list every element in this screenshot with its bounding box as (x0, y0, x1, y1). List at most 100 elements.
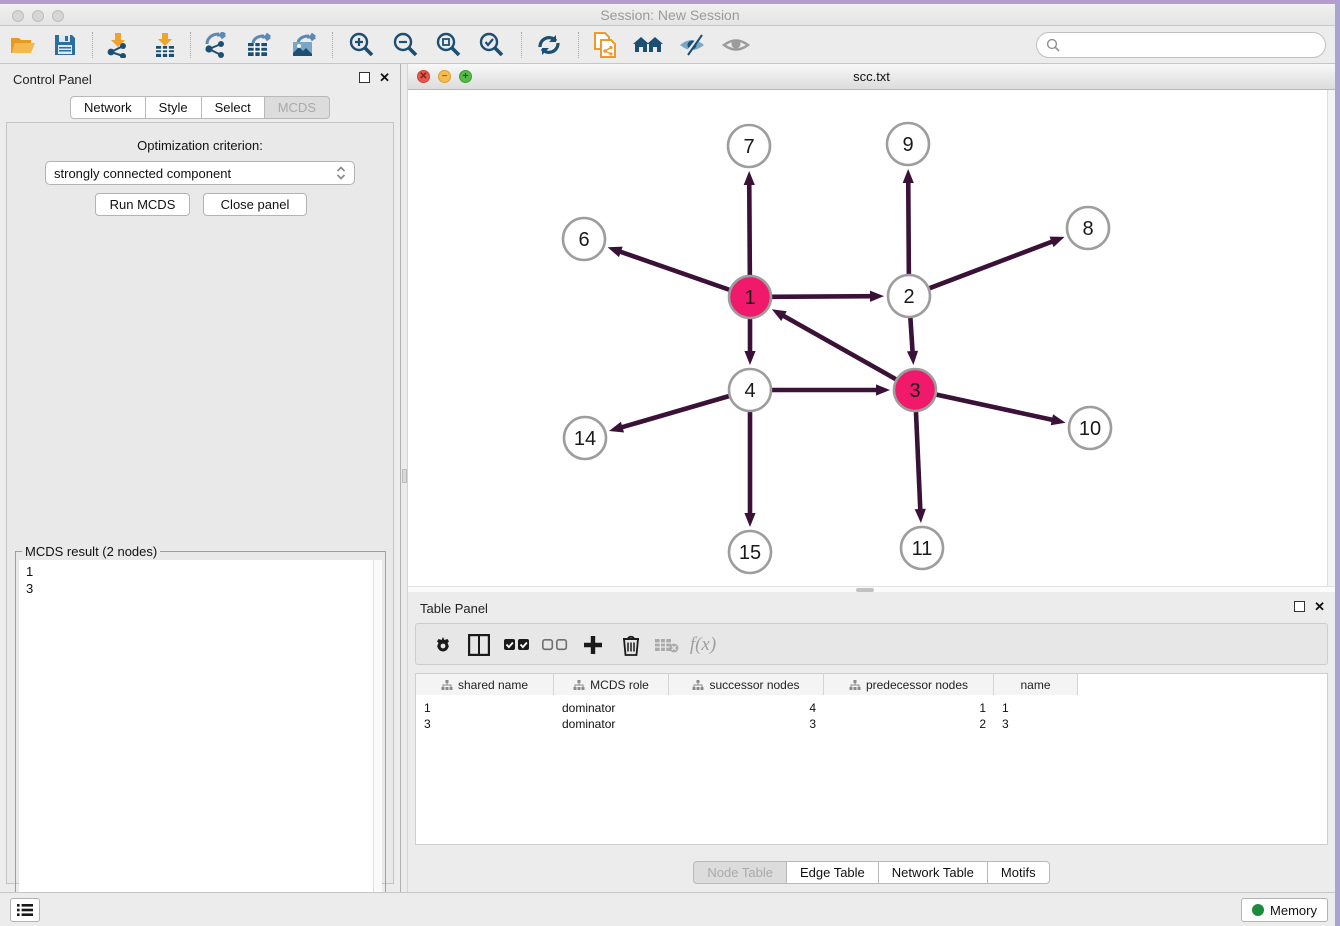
graph-node[interactable]: 1 (729, 276, 771, 318)
refresh-icon[interactable] (532, 30, 566, 60)
graph-edge[interactable] (907, 318, 918, 365)
export-network-icon[interactable] (199, 30, 233, 60)
graph-edge[interactable] (608, 247, 730, 290)
tab-style[interactable]: Style (145, 96, 201, 119)
tab-node-table[interactable]: Node Table (693, 861, 786, 884)
graph-node[interactable]: 7 (728, 125, 770, 167)
float-panel-icon[interactable] (359, 72, 370, 83)
graph-node[interactable]: 10 (1069, 407, 1111, 449)
search-input[interactable] (1065, 35, 1325, 55)
column-header[interactable]: predecessor nodes (824, 674, 994, 695)
tab-network[interactable]: Network (70, 96, 145, 119)
graph-edge[interactable] (744, 319, 755, 365)
export-table-icon[interactable] (243, 30, 277, 60)
function-builder-icon: f(x) (688, 630, 718, 660)
cell-mcds-role[interactable]: dominator (554, 716, 669, 732)
cell-predecessor-nodes[interactable]: 1 (824, 700, 994, 716)
cell-name[interactable]: 1 (994, 700, 1078, 716)
network-vertical-scrollbar[interactable] (1327, 90, 1335, 586)
graph-node-label: 8 (1082, 218, 1093, 240)
column-header[interactable]: name (994, 674, 1078, 695)
network-canvas[interactable]: 7 9 6 8 1 2 4 3 14 10 15 11 (408, 90, 1327, 586)
zoom-selected-icon[interactable] (474, 30, 508, 60)
float-table-panel-icon[interactable] (1294, 601, 1305, 612)
deselect-all-icon[interactable] (540, 630, 570, 660)
column-label: name (1020, 678, 1050, 692)
panel-divider[interactable] (400, 64, 408, 892)
cell-successor-nodes[interactable]: 3 (669, 716, 824, 732)
houses-icon[interactable] (631, 30, 665, 60)
graph-node[interactable]: 9 (887, 123, 929, 165)
task-history-button[interactable] (10, 898, 40, 922)
column-header[interactable]: successor nodes (669, 674, 824, 695)
tab-select[interactable]: Select (201, 96, 264, 119)
table-row[interactable]: 3 dominator 3 2 3 (416, 716, 1096, 732)
eye-slash-icon[interactable] (675, 30, 709, 60)
graph-edge[interactable] (930, 237, 1065, 289)
divider-grip[interactable] (402, 469, 407, 483)
graph-node[interactable]: 4 (729, 369, 771, 411)
graph-edge[interactable] (772, 291, 884, 302)
graph-edge[interactable] (609, 396, 729, 432)
select-all-icon[interactable] (502, 630, 532, 660)
run-mcds-button[interactable]: Run MCDS (95, 193, 190, 216)
copy-document-icon[interactable] (588, 30, 622, 60)
plus-icon[interactable] (578, 630, 608, 660)
toolbar-separator (190, 32, 191, 58)
column-header[interactable]: shared name (416, 674, 554, 695)
graph-edge[interactable] (936, 395, 1065, 426)
cell-predecessor-nodes[interactable]: 2 (824, 716, 994, 732)
eye-icon[interactable] (719, 30, 753, 60)
column-header[interactable]: MCDS role (554, 674, 669, 695)
cell-shared-name[interactable]: 3 (416, 716, 554, 732)
tab-edge-table[interactable]: Edge Table (786, 861, 878, 884)
graph-node[interactable]: 14 (564, 417, 606, 459)
mcds-result-text[interactable]: 1 3 (19, 560, 382, 926)
cell-name[interactable]: 3 (994, 716, 1078, 732)
graph-edge[interactable] (903, 169, 914, 274)
gear-icon[interactable] (428, 630, 458, 660)
graph-node[interactable]: 3 (894, 369, 936, 411)
scrollbar-thumb[interactable] (856, 588, 874, 592)
graph-node[interactable]: 15 (729, 531, 771, 573)
criterion-select[interactable]: strongly connected component (45, 161, 355, 185)
save-icon[interactable] (48, 30, 82, 60)
tab-mcds[interactable]: MCDS (264, 96, 330, 119)
network-horizontal-scrollbar[interactable] (408, 586, 1335, 592)
graph-edge[interactable] (772, 309, 896, 379)
table-toolbar: f(x) (415, 623, 1328, 665)
graph-edge[interactable] (915, 412, 926, 523)
open-folder-icon[interactable] (6, 30, 40, 60)
tab-network-table[interactable]: Network Table (878, 861, 987, 884)
graph-edge[interactable] (772, 384, 890, 395)
zoom-out-icon[interactable] (388, 30, 422, 60)
close-panel-icon[interactable]: ✕ (379, 72, 390, 83)
split-view-icon[interactable] (464, 630, 494, 660)
graph-edge[interactable] (744, 171, 755, 275)
table-row[interactable]: 1 dominator 4 1 1 (416, 700, 1096, 716)
trash-icon[interactable] (616, 630, 646, 660)
cell-shared-name[interactable]: 1 (416, 700, 554, 716)
memory-button[interactable]: Memory (1241, 898, 1328, 922)
close-table-panel-icon[interactable]: ✕ (1314, 601, 1325, 612)
import-table-icon[interactable] (148, 30, 182, 60)
graph-edge[interactable] (744, 412, 755, 527)
control-panel-header: Control Panel ✕ (0, 64, 400, 94)
zoom-in-icon[interactable] (344, 30, 378, 60)
status-bar: Memory (0, 892, 1340, 926)
cell-successor-nodes[interactable]: 4 (669, 700, 824, 716)
node-table[interactable]: shared name MCDS role successor nodes pr… (415, 673, 1328, 845)
graph-node[interactable]: 6 (563, 218, 605, 260)
graph-node[interactable]: 8 (1067, 207, 1109, 249)
graph-node[interactable]: 11 (901, 527, 943, 569)
close-panel-button[interactable]: Close panel (203, 193, 307, 216)
import-network-icon[interactable] (101, 30, 135, 60)
cell-mcds-role[interactable]: dominator (554, 700, 669, 716)
graph-node[interactable]: 2 (888, 275, 930, 317)
network-window-titlebar[interactable]: ✕ − + scc.txt (408, 64, 1335, 90)
zoom-fit-icon[interactable] (431, 30, 465, 60)
export-image-icon[interactable] (288, 30, 322, 60)
mcds-result-scrollbar[interactable] (373, 560, 382, 926)
search-box[interactable] (1036, 32, 1326, 58)
tab-motifs[interactable]: Motifs (987, 861, 1050, 884)
